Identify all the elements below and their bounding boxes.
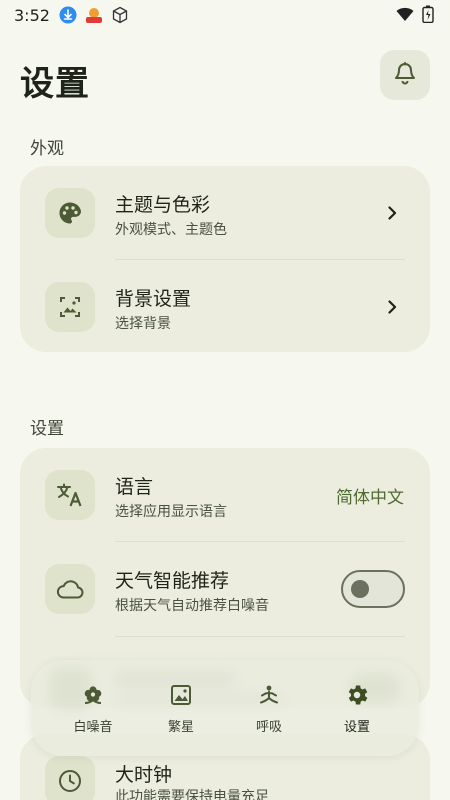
cloud-icon <box>45 564 95 614</box>
language-subtitle: 选择应用显示语言 <box>115 504 227 520</box>
language-title: 语言 <box>115 476 154 498</box>
battery-icon <box>422 5 434 27</box>
divider <box>115 636 405 637</box>
meditation-icon <box>256 682 282 708</box>
background-row[interactable]: 背景设置 选择背景 <box>20 260 430 354</box>
clock-icon <box>45 756 95 800</box>
toggle-knob <box>351 580 369 598</box>
nav-item-white-noise[interactable]: 白噪音 <box>53 673 133 743</box>
gear-icon <box>344 682 370 708</box>
section-label-appearance: 外观 <box>30 139 64 159</box>
language-row[interactable]: 语言 选择应用显示语言 简体中文 <box>20 448 430 542</box>
nav-item-stars[interactable]: 繁星 <box>141 673 221 743</box>
page-title: 设置 <box>20 64 90 104</box>
big-clock-title: 大时钟 <box>115 764 173 786</box>
background-title: 背景设置 <box>115 288 192 310</box>
weather-recommend-row[interactable]: 天气智能推荐 根据天气自动推荐白噪音 <box>20 542 430 636</box>
weather-recommend-title: 天气智能推荐 <box>115 570 230 592</box>
download-icon <box>58 5 78 25</box>
nav-label: 繁星 <box>167 719 194 735</box>
chevron-right-icon <box>384 299 400 315</box>
photo-icon <box>168 682 194 708</box>
theme-color-row[interactable]: 主题与色彩 外观模式、主题色 <box>20 166 430 260</box>
big-clock-subtitle: 此功能需要保持电量充足 <box>115 789 269 800</box>
bottom-nav: 白噪音 繁星 呼吸 设置 <box>31 660 419 756</box>
wifi-icon <box>396 6 414 26</box>
app-badge-icon <box>84 5 104 25</box>
theme-color-subtitle: 外观模式、主题色 <box>115 222 227 238</box>
weather-recommend-subtitle: 根据天气自动推荐白噪音 <box>115 598 269 614</box>
background-subtitle: 选择背景 <box>115 316 171 332</box>
cube-icon <box>110 5 130 25</box>
nav-label: 白噪音 <box>73 719 113 735</box>
section-label-settings: 设置 <box>30 419 64 439</box>
theme-color-title: 主题与色彩 <box>115 194 211 216</box>
weather-recommend-toggle[interactable] <box>341 570 405 608</box>
flower-icon <box>80 682 106 708</box>
nav-label: 设置 <box>343 719 370 735</box>
bell-icon <box>392 60 418 90</box>
translate-icon <box>45 470 95 520</box>
nav-item-breathe[interactable]: 呼吸 <box>229 673 309 743</box>
chevron-right-icon <box>384 205 400 221</box>
palette-icon <box>45 188 95 238</box>
status-time: 3:52 <box>14 5 50 25</box>
appearance-card: 主题与色彩 外观模式、主题色 背景设置 选择背景 <box>20 166 430 352</box>
image-icon <box>45 282 95 332</box>
nav-label: 呼吸 <box>255 719 282 735</box>
status-bar: 3:52 <box>0 0 450 30</box>
notification-button[interactable] <box>380 50 430 100</box>
nav-item-settings[interactable]: 设置 <box>317 673 397 743</box>
language-value: 简体中文 <box>336 488 404 508</box>
